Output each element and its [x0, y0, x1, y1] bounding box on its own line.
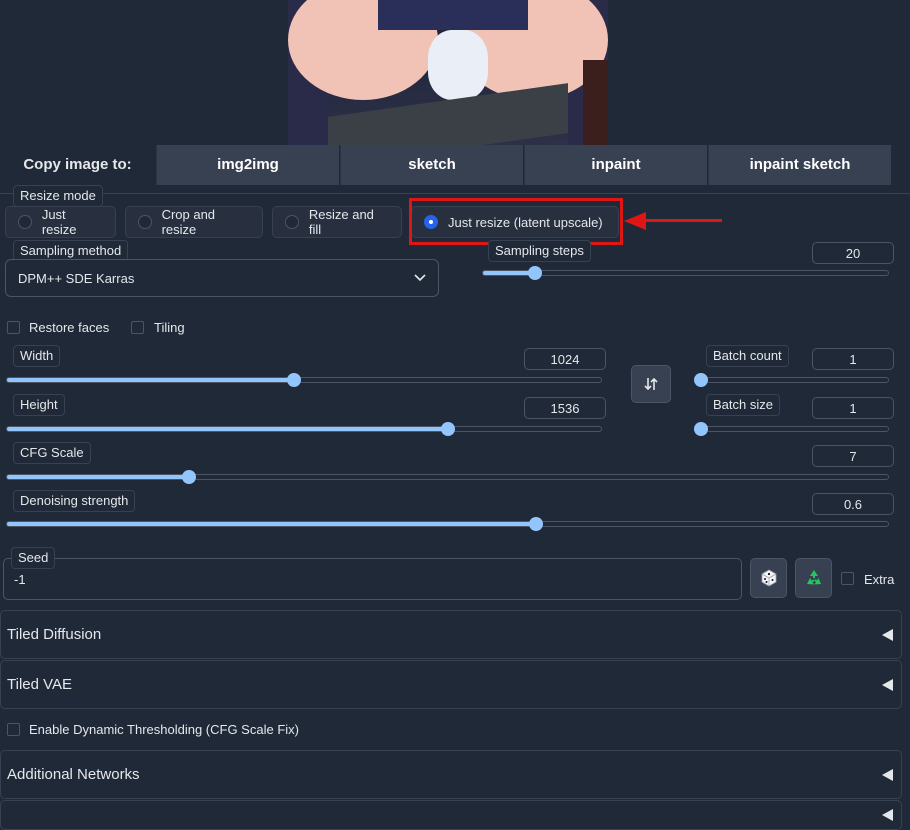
slider-thumb[interactable] — [287, 373, 302, 387]
tiled-vae-section[interactable]: Tiled VAE — [0, 660, 902, 709]
chevron-down-icon — [414, 274, 426, 282]
reuse-seed-button[interactable] — [795, 558, 832, 598]
cfg-scale-label: CFG Scale — [13, 442, 91, 464]
slider-fill — [7, 475, 190, 479]
denoising-strength-slider[interactable] — [6, 517, 889, 531]
sampling-method-dropdown[interactable]: DPM++ SDE Karras — [5, 259, 439, 297]
radio-crop-and-resize[interactable]: Crop and resize — [125, 206, 263, 238]
additional-networks-title: Additional Networks — [7, 766, 140, 783]
seed-field[interactable] — [3, 558, 742, 600]
triangle-left-icon — [882, 809, 893, 821]
slider-fill — [7, 427, 448, 431]
sampling-method-value: DPM++ SDE Karras — [18, 270, 135, 286]
divider — [0, 193, 910, 194]
height-label: Height — [13, 394, 65, 416]
cfg-scale-input[interactable]: 7 — [812, 445, 894, 467]
slider-thumb[interactable] — [527, 266, 542, 280]
sampling-steps-slider[interactable] — [482, 266, 889, 280]
red-arrow-icon — [640, 219, 722, 222]
denoising-strength-input[interactable]: 0.6 — [812, 493, 894, 515]
additional-networks-section[interactable]: Additional Networks — [0, 750, 902, 799]
radio-dot — [18, 215, 32, 229]
red-highlight-box — [409, 198, 623, 245]
tiling-label: Tiling — [154, 320, 185, 335]
tiling-checkbox[interactable] — [131, 321, 144, 334]
triangle-left-icon — [882, 768, 893, 781]
tiled-diffusion-section[interactable]: Tiled Diffusion — [0, 610, 902, 659]
seed-label: Seed — [11, 547, 56, 569]
random-seed-button[interactable] — [750, 558, 787, 598]
batch-size-slider[interactable] — [694, 422, 889, 436]
dynamic-thresholding-checkbox[interactable] — [7, 723, 20, 736]
extra-seed-checkbox[interactable] — [841, 572, 854, 585]
dice-icon — [761, 569, 776, 587]
seed-value[interactable]: -1 — [14, 572, 26, 587]
slider-thumb[interactable] — [694, 422, 708, 436]
slider-thumb[interactable] — [182, 470, 197, 484]
image-hair-strand — [583, 60, 608, 145]
batch-size-label: Batch size — [706, 394, 780, 416]
generated-image-preview[interactable] — [288, 0, 608, 145]
batch-count-slider[interactable] — [694, 373, 889, 387]
width-input[interactable]: 1024 — [524, 348, 606, 370]
copy-to-inpaint-sketch-button[interactable]: inpaint sketch — [708, 145, 891, 185]
image-skirt — [378, 0, 528, 30]
radio-label: Crop and resize — [161, 207, 216, 237]
slider-fill — [7, 522, 536, 526]
sampling-steps-label: Sampling steps — [488, 240, 591, 262]
radio-resize-and-fill[interactable]: Resize and fill — [272, 206, 402, 238]
swap-dimensions-button[interactable] — [631, 365, 671, 403]
height-slider[interactable] — [6, 422, 602, 436]
slider-thumb[interactable] — [440, 422, 455, 436]
batch-size-input[interactable]: 1 — [812, 397, 894, 419]
denoising-strength-label: Denoising strength — [13, 490, 136, 512]
sampling-steps-input[interactable]: 20 — [812, 242, 894, 264]
copy-image-label: Copy image to: — [23, 156, 132, 173]
radio-label: Resize and fill — [308, 207, 374, 237]
triangle-left-icon — [882, 628, 893, 641]
tiled-diffusion-title: Tiled Diffusion — [7, 626, 102, 643]
radio-dot — [285, 215, 299, 229]
swap-arrows-icon — [644, 377, 658, 391]
recycle-icon — [806, 570, 821, 585]
slider-thumb[interactable] — [528, 517, 543, 531]
dynamic-thresholding-label: Enable Dynamic Thresholding (CFG Scale F… — [29, 722, 299, 737]
radio-just-resize[interactable]: Just resize — [5, 206, 116, 238]
height-input[interactable]: 1536 — [524, 397, 606, 419]
cfg-scale-slider[interactable] — [6, 470, 889, 484]
restore-faces-label: Restore faces — [29, 320, 110, 335]
batch-count-label: Batch count — [706, 345, 789, 367]
slider-fill — [483, 271, 535, 275]
batch-count-input[interactable]: 1 — [812, 348, 894, 370]
extra-seed-label: Extra — [864, 572, 895, 587]
copy-to-sketch-button[interactable]: sketch — [340, 145, 523, 185]
tiled-vae-title: Tiled VAE — [7, 676, 73, 693]
restore-faces-checkbox[interactable] — [7, 321, 20, 334]
radio-label: Just resize — [41, 207, 77, 237]
next-section[interactable] — [0, 800, 902, 830]
width-slider[interactable] — [6, 373, 602, 387]
image-white-area — [428, 30, 488, 100]
copy-to-inpaint-button[interactable]: inpaint — [524, 145, 707, 185]
slider-thumb[interactable] — [694, 373, 708, 387]
width-label: Width — [13, 345, 61, 367]
red-arrowhead-icon — [624, 212, 646, 230]
resize-mode-label: Resize mode — [13, 185, 103, 207]
slider-fill — [7, 378, 295, 382]
radio-dot — [138, 215, 152, 229]
triangle-left-icon — [882, 678, 893, 691]
copy-to-img2img-button[interactable]: img2img — [156, 145, 339, 185]
